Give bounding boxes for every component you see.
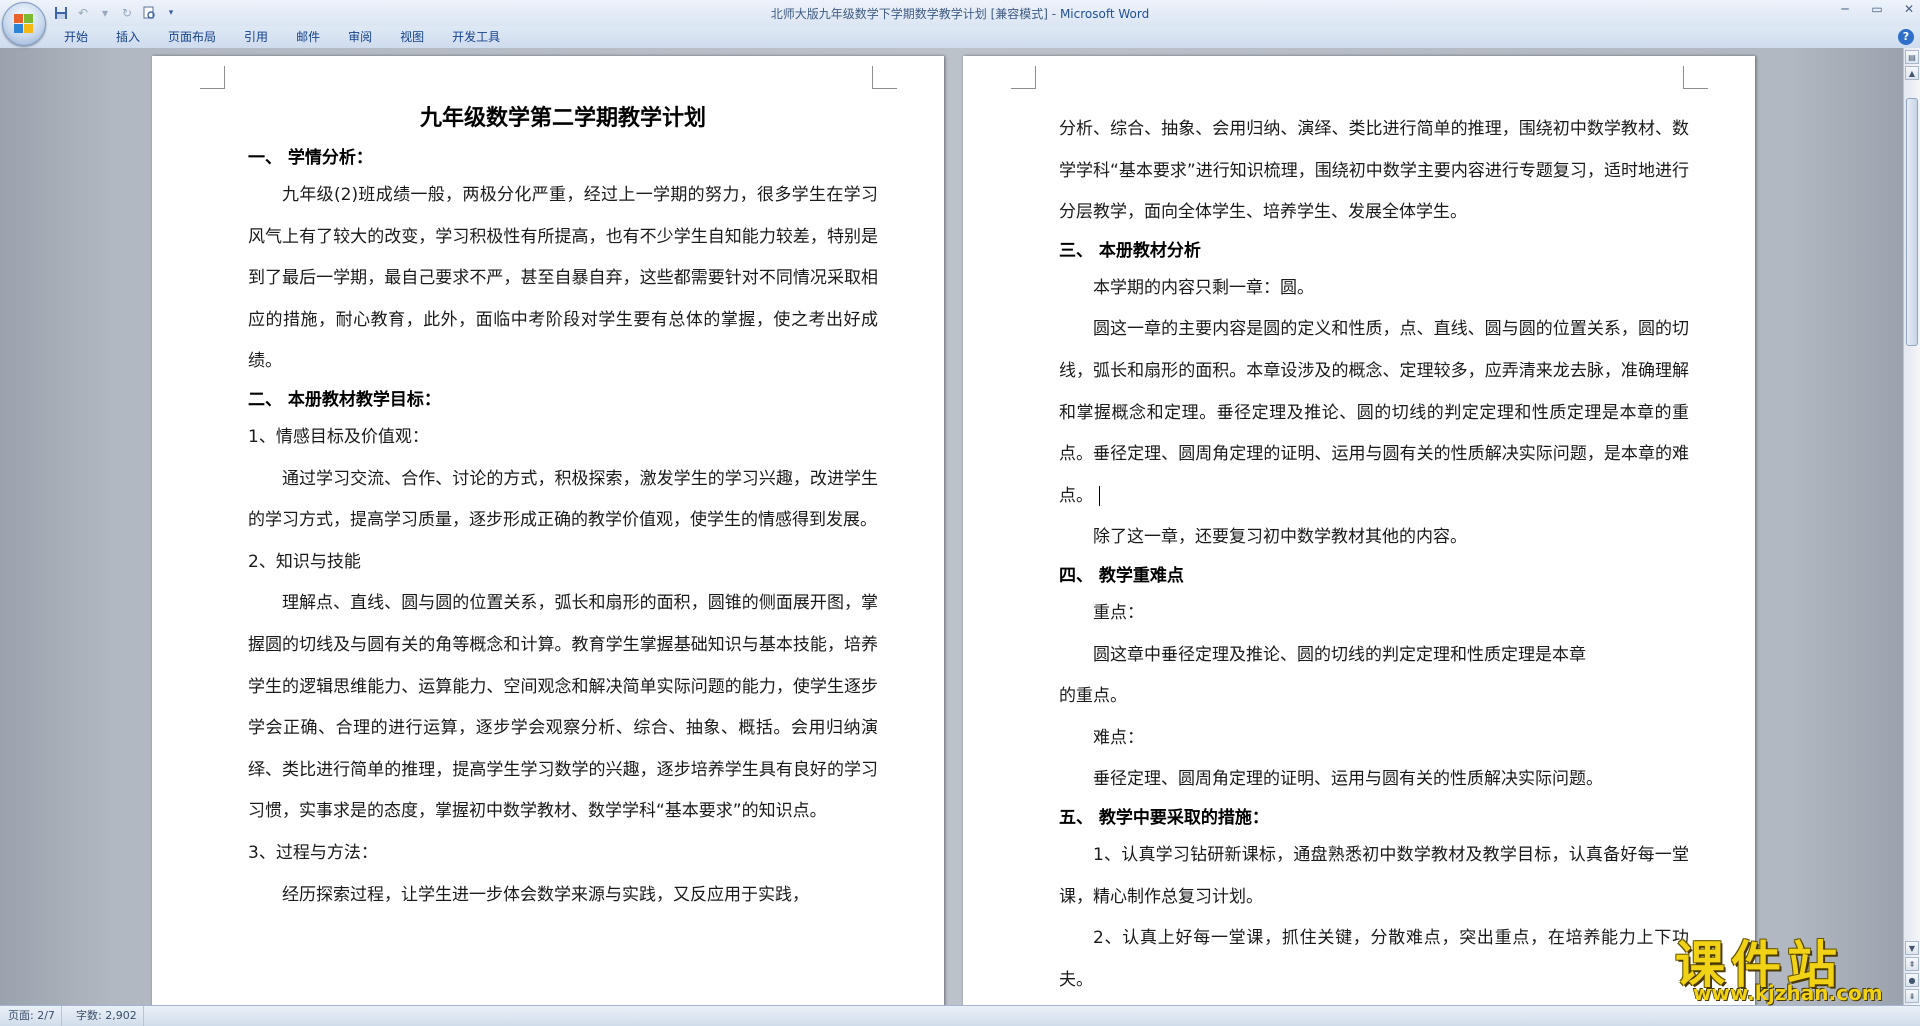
paragraph-text: 本学期的内容只剩一章：圆。 xyxy=(1093,277,1314,298)
paragraph-text: 分析、综合、抽象、会用归纳、演绎、类比进行简单的推理，围绕初中数学教材、数学学科… xyxy=(1059,119,1689,223)
paragraph-text: 一、 学情分析： xyxy=(248,148,373,168)
text-cursor xyxy=(1099,485,1100,506)
margin-corner-mark xyxy=(1683,66,1708,89)
section-heading: 五、 教学中要采取的措施： xyxy=(1059,801,1689,835)
paragraph-text: 圆这一章的主要内容是圆的定义和性质，点、直线、圆与圆的位置关系，圆的切线，弧长和… xyxy=(1059,319,1689,506)
paragraph-text: 除了这一章，还要复习初中数学教材其他的内容。 xyxy=(1093,527,1467,548)
ribbon-tab[interactable]: 视图 xyxy=(386,26,438,48)
paragraph-text: 圆这章中垂径定理及推论、圆的切线的判定定理和性质定理是本章 xyxy=(1093,644,1586,665)
ribbon-tab[interactable]: 开始 xyxy=(50,26,102,48)
paragraph-text: 通过学习交流、合作、讨论的方式，积极探索，激发学生的学习兴趣，改进学生的学习方式… xyxy=(248,468,878,531)
ribbon-tab[interactable]: 页面布局 xyxy=(154,26,230,48)
body-paragraph: 圆这一章的主要内容是圆的定义和性质，点、直线、圆与圆的位置关系，圆的切线，弧长和… xyxy=(1059,309,1689,517)
body-paragraph: 2、认真上好每一堂课，抓住关键，分散难点，突出重点，在培养能力上下功夫。 xyxy=(1059,918,1689,1001)
document-area[interactable]: 九年级数学第二学期教学计划 一、 学情分析： 九年级(2)班成绩一般，两极分化严重… xyxy=(0,48,1904,1005)
office-logo-icon xyxy=(14,14,34,34)
paragraph-text: 三、 本册教材分析 xyxy=(1059,240,1201,261)
word-count-status[interactable]: 字数: 2,902 xyxy=(70,1006,144,1026)
ribbon-tab[interactable]: 审阅 xyxy=(334,26,386,48)
paragraph-text: 的重点。 xyxy=(1059,686,1127,707)
office-button[interactable] xyxy=(2,2,46,46)
watermark-logo: 课件站 www.kjzhan.com xyxy=(1665,925,1905,1005)
section-heading: 三、 本册教材分析 xyxy=(1059,234,1689,268)
title-bar: ↶ ▾ ↻ ▾ 北师大版九年级数学下学期数学教学计划 [兼容模式] - Micr… xyxy=(0,0,1920,46)
document-name: 北师大版九年级数学下学期数学教学计划 [兼容模式] xyxy=(770,7,1048,21)
section-heading: 四、 教学重难点 xyxy=(1059,559,1689,593)
window-title: 北师大版九年级数学下学期数学教学计划 [兼容模式] - Microsoft Wo… xyxy=(0,5,1920,22)
body-paragraph: 分析、综合、抽象、会用归纳、演绎、类比进行简单的推理，围绕初中数学教材、数学学科… xyxy=(1059,109,1689,234)
paragraph-text: 1、情感目标及价值观： xyxy=(248,426,429,447)
document-title: 九年级数学第二学期教学计划 xyxy=(419,105,706,131)
status-bar: 页面: 2/7 字数: 2,902 xyxy=(0,1005,1920,1026)
next-page-icon[interactable]: ⇟ xyxy=(1905,989,1919,1003)
paragraph-text: 经历探索过程，让学生进一步体会数学来源与实践，又反应用于实践， xyxy=(282,884,809,905)
body-paragraph: 垂径定理、圆周角定理的证明、运用与圆有关的性质解决实际问题。 xyxy=(1059,759,1689,801)
scroll-down-icon[interactable]: ▼ xyxy=(1905,941,1919,955)
ribbon-tab[interactable]: 插入 xyxy=(102,26,154,48)
paragraph-text: 垂径定理、圆周角定理的证明、运用与圆有关的性质解决实际问题。 xyxy=(1093,769,1603,790)
paragraph-text: 九年级(2)班成绩一般，两极分化严重，经过上一学期的努力，很多学生在学习风气上有… xyxy=(248,185,878,372)
body-paragraph: 经历探索过程，让学生进一步体会数学来源与实践，又反应用于实践， xyxy=(248,875,878,917)
body-paragraph: 重点： xyxy=(1059,593,1689,635)
vertical-scrollbar[interactable]: ▤ ▲ ▼ ⇞ ● ⇟ xyxy=(1903,48,1920,1005)
ribbon-tabs: 开始 插入 页面布局 引用 邮件 审阅 视图 开发工具 xyxy=(50,26,514,48)
body-paragraph: 通过学习交流、合作、讨论的方式，积极探索，激发学生的学习兴趣，改进学生的学习方式… xyxy=(248,459,878,542)
body-paragraph: 圆这章中垂径定理及推论、圆的切线的判定定理和性质定理是本章 xyxy=(1059,635,1689,677)
scroll-up-icon[interactable]: ▲ xyxy=(1905,66,1919,80)
close-icon[interactable]: ✕ xyxy=(1902,2,1916,16)
title-separator: - xyxy=(1047,7,1060,21)
watermark-url: www.kjzhan.com xyxy=(1693,981,1883,1005)
body-paragraph: 本学期的内容只剩一章：圆。 xyxy=(1059,268,1689,310)
ruler-toggle-icon[interactable]: ▤ xyxy=(1905,50,1919,64)
paragraph-text: 1、认真学习钻研新课标，通盘熟悉初中数学教材及教学目标，认真备好每一堂课，精心制… xyxy=(1059,844,1689,907)
ribbon: 开始 插入 页面布局 引用 邮件 审阅 视图 开发工具 ? xyxy=(0,26,1920,49)
paragraph-text: 理解点、直线、圆与圆的位置关系，弧长和扇形的面积，圆锥的侧面展开图，掌握圆的切线… xyxy=(248,593,878,822)
paragraph-text: 四、 教学重难点 xyxy=(1059,565,1184,586)
paragraph-text: 2、认真上好每一堂课，抓住关键，分散难点，突出重点，在培养能力上下功夫。 xyxy=(1059,928,1689,990)
body-paragraph: 1、情感目标及价值观： xyxy=(248,417,878,459)
minimize-icon[interactable]: ─ xyxy=(1838,2,1852,16)
paragraph-text: 重点： xyxy=(1093,602,1144,623)
window-controls: ─ ▭ ✕ xyxy=(1838,2,1916,16)
application-name: Microsoft Word xyxy=(1059,7,1150,21)
ribbon-tab[interactable]: 引用 xyxy=(230,26,282,48)
page-right[interactable]: 分析、综合、抽象、会用归纳、演绎、类比进行简单的推理，围绕初中数学教材、数学学科… xyxy=(963,56,1755,1005)
page-right-content[interactable]: 分析、综合、抽象、会用归纳、演绎、类比进行简单的推理，围绕初中数学教材、数学学科… xyxy=(1059,109,1689,1001)
help-icon[interactable]: ? xyxy=(1898,29,1914,45)
body-paragraph: 理解点、直线、圆与圆的位置关系，弧长和扇形的面积，圆锥的侧面展开图，掌握圆的切线… xyxy=(248,583,878,833)
paragraph-text: 五、 教学中要采取的措施： xyxy=(1059,807,1269,828)
section-heading: 一、 学情分析： xyxy=(248,141,878,175)
page-left-content[interactable]: 九年级数学第二学期教学计划 一、 学情分析： 九年级(2)班成绩一般，两极分化严重… xyxy=(248,101,878,916)
page-left[interactable]: 九年级数学第二学期教学计划 一、 学情分析： 九年级(2)班成绩一般，两极分化严重… xyxy=(152,56,944,1005)
ribbon-tab[interactable]: 邮件 xyxy=(282,26,334,48)
margin-corner-mark xyxy=(872,66,897,89)
page-count-status[interactable]: 页面: 2/7 xyxy=(2,1006,62,1026)
scrollbar-thumb[interactable] xyxy=(1906,98,1918,346)
body-paragraph: 九年级(2)班成绩一般，两极分化严重，经过上一学期的努力，很多学生在学习风气上有… xyxy=(248,175,878,383)
ribbon-tab[interactable]: 开发工具 xyxy=(438,26,514,48)
body-paragraph: 除了这一章，还要复习初中数学教材其他的内容。 xyxy=(1059,517,1689,559)
browse-object-icon[interactable]: ● xyxy=(1905,973,1919,987)
previous-page-icon[interactable]: ⇞ xyxy=(1905,957,1919,971)
margin-corner-mark xyxy=(1011,66,1036,89)
margin-corner-mark xyxy=(200,66,225,89)
body-paragraph: 的重点。 xyxy=(1059,676,1689,718)
section-heading: 二、 本册教材教学目标： xyxy=(248,383,878,417)
maximize-icon[interactable]: ▭ xyxy=(1870,2,1884,16)
body-paragraph: 3、过程与方法： xyxy=(248,833,878,875)
body-paragraph: 2、知识与技能 xyxy=(248,542,878,584)
paragraph-text: 难点： xyxy=(1093,727,1144,748)
body-paragraph: 1、认真学习钻研新课标，通盘熟悉初中数学教材及教学目标，认真备好每一堂课，精心制… xyxy=(1059,835,1689,918)
paragraph-text: 二、 本册教材教学目标： xyxy=(248,389,441,410)
paragraph-text: 3、过程与方法： xyxy=(248,842,378,863)
paragraph-text: 2、知识与技能 xyxy=(248,551,361,572)
body-paragraph: 难点： xyxy=(1059,718,1689,760)
